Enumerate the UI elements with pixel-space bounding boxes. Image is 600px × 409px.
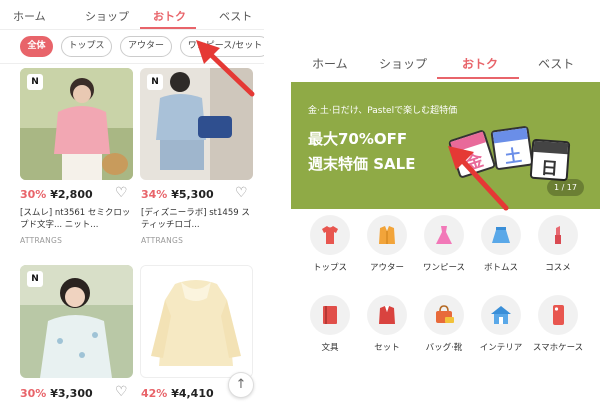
category-label: スマホケース xyxy=(532,343,584,353)
product-image[interactable] xyxy=(140,265,253,378)
category-label: コスメ xyxy=(545,263,571,273)
phone-case-icon xyxy=(553,305,564,325)
category-phone-case[interactable]: スマホケース xyxy=(530,295,586,353)
tab-best[interactable]: ベスト xyxy=(219,8,252,24)
house-icon xyxy=(491,306,511,324)
banner-pager: 1 / 17 xyxy=(546,179,584,196)
banner-title-line1: 最大70%OFF xyxy=(308,130,408,148)
tshirt-icon xyxy=(322,226,338,244)
brand-name: ATTRANGS xyxy=(20,236,63,245)
category-outer[interactable]: アウター xyxy=(359,215,415,273)
tab-home[interactable]: ホーム xyxy=(312,55,348,72)
chip-outer[interactable]: アウター xyxy=(120,36,172,57)
product-image[interactable]: N xyxy=(20,68,133,180)
coat-icon xyxy=(379,226,395,244)
active-tab-indicator xyxy=(437,77,519,79)
category-set[interactable]: セット xyxy=(359,295,415,353)
product-photo-cream-blouse xyxy=(141,266,252,377)
notebook-icon xyxy=(323,306,337,324)
product-image[interactable]: N xyxy=(20,265,133,378)
new-badge: N xyxy=(27,271,43,287)
active-tab-indicator xyxy=(140,27,196,29)
category-bottoms[interactable]: ボトムス xyxy=(473,215,529,273)
new-badge: N xyxy=(147,74,163,90)
category-label: 文具 xyxy=(321,343,339,353)
red-arrow-annotation xyxy=(196,40,255,97)
product-price: 30% ¥3,300 xyxy=(20,387,93,400)
tab-deals[interactable]: おトク xyxy=(153,8,186,24)
product-price: 42% ¥4,410 xyxy=(141,387,214,400)
category-label: トップス xyxy=(312,263,347,273)
left-screen: ホーム ショップ おトク ベスト 全体 トップス アウター ワンピース/セット … xyxy=(0,0,264,409)
lipstick-icon xyxy=(555,226,561,244)
heart-icon[interactable]: ♡ xyxy=(235,185,248,201)
right-screen: ホーム ショップ おトク ベスト 金·土·日だけ、Pastelで楽しむ超特価 最… xyxy=(291,40,600,409)
heart-icon[interactable]: ♡ xyxy=(115,185,128,201)
discount-rate: 34% xyxy=(141,188,168,201)
product-price: 30% ¥2,800 xyxy=(20,188,93,201)
category-label: ワンピース xyxy=(422,263,466,273)
tab-deals[interactable]: おトク xyxy=(462,55,498,72)
category-bag-shoes[interactable]: バッグ·靴 xyxy=(416,295,472,353)
brand-name: ATTRANGS xyxy=(141,236,184,245)
category-label: ボトムス xyxy=(483,263,518,273)
category-label: バッグ·靴 xyxy=(425,343,463,353)
category-onepiece[interactable]: ワンピース xyxy=(416,215,472,273)
product-title: [ディズニーラボ] st1459 スティッチロゴ... xyxy=(141,208,250,230)
discount-rate: 42% xyxy=(141,387,168,400)
top-tab-bar: ホーム ショップ おトク ベスト xyxy=(0,0,264,30)
price-value: ¥5,300 xyxy=(171,188,214,201)
top-tab-bar: ホーム ショップ おトク ベスト xyxy=(291,40,600,82)
category-label: アウター xyxy=(369,263,404,273)
category-tops[interactable]: トップス xyxy=(302,215,358,273)
category-label: セット xyxy=(374,343,400,353)
heart-icon[interactable]: ♡ xyxy=(115,384,128,400)
tab-shop[interactable]: ショップ xyxy=(379,55,427,72)
suit-icon xyxy=(379,306,395,324)
chip-all[interactable]: 全体 xyxy=(20,36,53,57)
product-price: 34% ¥5,300 xyxy=(141,188,214,201)
price-value: ¥2,800 xyxy=(50,188,93,201)
bag-icon xyxy=(436,305,454,323)
price-value: ¥4,410 xyxy=(171,387,214,400)
product-title: [スムレ] nt3561 セミクロップド文字... ニット... xyxy=(20,208,131,230)
category-cosme[interactable]: コスメ xyxy=(530,215,586,273)
arrow-up-icon[interactable]: ↑ xyxy=(228,372,254,398)
banner-subtitle: 金·土·日だけ、Pastelで楽しむ超特価 xyxy=(308,106,458,116)
tab-shop[interactable]: ショップ xyxy=(85,8,129,24)
tab-home[interactable]: ホーム xyxy=(13,8,46,24)
new-badge: N xyxy=(27,74,43,90)
skirt-icon xyxy=(492,227,510,243)
price-value: ¥3,300 xyxy=(50,387,93,400)
category-interior[interactable]: インテリア xyxy=(473,295,529,353)
calendar-icon: 日 xyxy=(529,138,571,182)
category-label: インテリア xyxy=(479,343,523,353)
discount-rate: 30% xyxy=(20,188,47,201)
discount-rate: 30% xyxy=(20,387,47,400)
tab-best[interactable]: ベスト xyxy=(538,55,574,72)
chip-tops[interactable]: トップス xyxy=(61,36,112,57)
dress-icon xyxy=(436,226,452,244)
red-arrow-annotation xyxy=(448,146,509,211)
category-stationery[interactable]: 文具 xyxy=(302,295,358,353)
banner-title-line2: 週末特価 SALE xyxy=(308,155,416,173)
